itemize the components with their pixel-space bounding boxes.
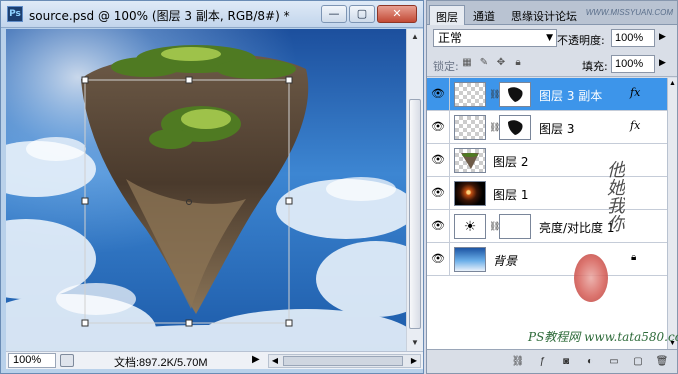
- layer-name[interactable]: 背景: [493, 252, 517, 269]
- lock-position-icon[interactable]: ✥: [495, 57, 507, 69]
- trash-icon[interactable]: 🗑︎: [655, 355, 669, 369]
- panel-tabs: 图层 通道 思缘设计论坛 WWW.MISSYUAN.COM: [427, 1, 677, 25]
- link-layers-icon[interactable]: ⛓︎: [511, 355, 525, 369]
- opacity-field[interactable]: 100%: [611, 29, 655, 47]
- new-layer-icon[interactable]: ▢: [631, 355, 645, 369]
- layer-mask-thumbnail[interactable]: [499, 82, 531, 107]
- layers-panel: 图层 通道 思缘设计论坛 WWW.MISSYUAN.COM 正常 ▼ 不透明度:…: [426, 0, 678, 374]
- layer-row[interactable]: 👁︎ ⛓︎ 图层 3 fx: [427, 111, 667, 144]
- lock-label: 锁定:: [433, 60, 459, 73]
- status-menu-arrow-icon[interactable]: ▶: [252, 354, 260, 365]
- eye-icon[interactable]: 👁︎: [430, 218, 446, 234]
- layer-name[interactable]: 图层 1: [493, 186, 528, 203]
- close-button[interactable]: ✕: [377, 5, 417, 23]
- layers-footer: ⛓︎ ƒ ◙ ◐ ▭ ▢ 🗑︎: [427, 349, 677, 373]
- scroll-left-arrow-icon[interactable]: ◀: [269, 355, 281, 367]
- layers-scrollbar[interactable]: ▲ ▼: [667, 78, 677, 349]
- site-watermark: WWW.MISSYUAN.COM: [585, 8, 673, 17]
- eye-icon[interactable]: 👁︎: [430, 251, 446, 267]
- bottom-watermark: PS教程网 www.tata580.com: [528, 330, 678, 344]
- document-canvas[interactable]: [6, 29, 406, 351]
- vertical-scroll-thumb[interactable]: [409, 99, 421, 329]
- fx-icon[interactable]: fx: [630, 86, 640, 99]
- status-bar: 100% 文档:897.2K/5.70M ▶ ◀ ▶: [6, 351, 423, 369]
- lock-icon: 🔒︎: [631, 252, 637, 263]
- layer-thumbnail: [454, 148, 486, 173]
- maximize-button[interactable]: ▢: [349, 5, 375, 23]
- fill-label: 填充:: [582, 60, 608, 73]
- horizontal-scroll-thumb[interactable]: [283, 356, 403, 366]
- new-adjustment-layer-icon[interactable]: ◐: [583, 355, 597, 369]
- canvas-image: [6, 29, 406, 351]
- scroll-down-arrow-icon[interactable]: ▼: [407, 335, 423, 351]
- layer-thumbnail: [454, 82, 486, 107]
- lock-pixels-icon[interactable]: ✎: [478, 57, 490, 69]
- eye-icon[interactable]: 👁︎: [430, 119, 446, 135]
- zoom-level-field[interactable]: 100%: [8, 353, 56, 368]
- document-size-readout: 文档:897.2K/5.70M: [114, 357, 208, 369]
- layer-name[interactable]: 图层 3: [539, 120, 574, 137]
- fill-slider-arrow-icon[interactable]: ▶: [659, 57, 666, 68]
- layer-row[interactable]: 👁︎ 图层 1: [427, 177, 667, 210]
- minimize-button[interactable]: —: [321, 5, 347, 23]
- eye-icon[interactable]: 👁︎: [430, 152, 446, 168]
- add-mask-icon[interactable]: ◙: [559, 355, 573, 369]
- blend-mode-value: 正常: [438, 31, 463, 45]
- seal-stamp: [574, 254, 608, 302]
- chain-link-icon[interactable]: ⛓︎: [489, 220, 500, 232]
- layer-row[interactable]: 👁︎ ☀ ⛓︎ 亮度/对比度 1: [427, 210, 667, 243]
- blend-mode-select[interactable]: 正常 ▼: [433, 29, 557, 47]
- brightness-contrast-icon: ☀: [454, 214, 486, 239]
- eye-icon[interactable]: 👁︎: [430, 86, 446, 102]
- eye-icon[interactable]: 👁︎: [430, 185, 446, 201]
- tab-layers[interactable]: 图层: [429, 5, 465, 25]
- mask-shape: [508, 87, 523, 102]
- layer-mask-thumbnail[interactable]: [499, 115, 531, 140]
- new-group-icon[interactable]: ▭: [607, 355, 621, 369]
- horizontal-scrollbar[interactable]: ◀ ▶: [268, 354, 421, 368]
- mask-shape: [508, 120, 523, 135]
- document-window: Ps source.psd @ 100% (图层 3 副本, RGB/8#) *…: [0, 0, 424, 374]
- lock-all-icon[interactable]: 🔒︎: [512, 57, 524, 69]
- add-layer-style-icon[interactable]: ƒ: [535, 355, 549, 369]
- chevron-down-icon: ▼: [546, 33, 553, 43]
- layer-name[interactable]: 图层 3 副本: [539, 87, 602, 104]
- lock-transparency-icon[interactable]: ▦: [461, 57, 473, 69]
- layer-name[interactable]: 图层 2: [493, 153, 528, 170]
- scroll-up-arrow-icon[interactable]: ▲: [668, 80, 677, 87]
- layer-thumbnail: [454, 115, 486, 140]
- vertical-scrollbar[interactable]: ▲ ▼: [406, 29, 423, 351]
- chain-link-icon[interactable]: ⛓︎: [489, 121, 500, 133]
- photoshop-logo-icon: Ps: [7, 6, 23, 22]
- tab-channels[interactable]: 通道: [467, 5, 501, 25]
- scroll-right-arrow-icon[interactable]: ▶: [408, 355, 420, 367]
- layer-row[interactable]: 👁︎ 背景 🔒︎: [427, 243, 667, 276]
- layer-thumbnail: [454, 181, 486, 206]
- layer-row[interactable]: 👁︎ 图层 2: [427, 144, 667, 177]
- layer-mask-thumbnail[interactable]: [499, 214, 531, 239]
- fill-field[interactable]: 100%: [611, 55, 655, 73]
- chain-link-icon[interactable]: ⛓︎: [489, 88, 500, 100]
- fx-icon[interactable]: fx: [630, 119, 640, 132]
- scroll-up-arrow-icon[interactable]: ▲: [407, 29, 423, 45]
- opacity-label: 不透明度:: [557, 34, 605, 47]
- status-info-icon[interactable]: [60, 354, 74, 367]
- layer-thumbnail: [454, 247, 486, 272]
- tab-forum[interactable]: 思缘设计论坛: [505, 5, 583, 25]
- rock-thumbnail-shape: [461, 153, 479, 169]
- layer-row[interactable]: 👁︎ ⛓︎ 图层 3 副本 fx: [427, 78, 667, 111]
- document-title: source.psd @ 100% (图层 3 副本, RGB/8#) *: [29, 9, 290, 23]
- calligraphy-watermark: 他她我你: [604, 160, 625, 232]
- document-title-bar[interactable]: Ps source.psd @ 100% (图层 3 副本, RGB/8#) *…: [1, 1, 423, 28]
- opacity-slider-arrow-icon[interactable]: ▶: [659, 31, 666, 42]
- layers-list: 👁︎ ⛓︎ 图层 3 副本 fx 👁︎ ⛓︎ 图层 3 fx 👁︎ 图层 2 👁…: [427, 78, 667, 349]
